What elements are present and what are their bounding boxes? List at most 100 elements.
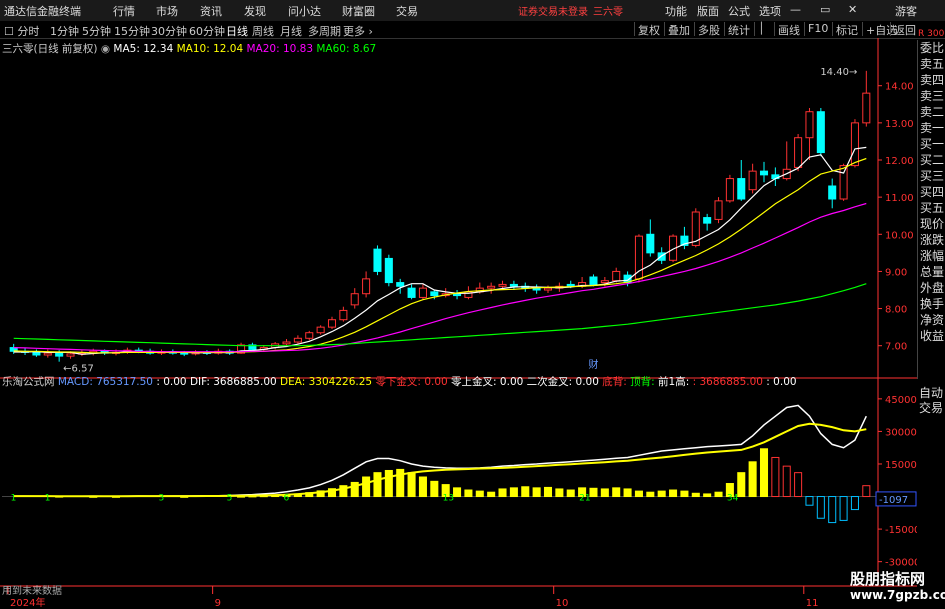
legend-top-div: 顶背: [630, 376, 655, 388]
side-item-6[interactable]: 买一 [918, 136, 945, 152]
period-weekly[interactable]: 周线 [252, 23, 274, 39]
candle-body [612, 270, 621, 282]
legend-dif: DIF: 3686885.00 [189, 376, 277, 388]
tool-crosshair[interactable]: │ [754, 22, 768, 36]
side-trade-1[interactable]: 交易 [917, 401, 945, 416]
menu-ask[interactable]: 问小达 [288, 3, 321, 19]
xtick-label: 10 [556, 598, 569, 609]
candle-body [850, 122, 859, 167]
macd-count-label: 1 [11, 494, 17, 504]
period-5min[interactable]: 5分钟 [82, 23, 111, 39]
macd-bar [623, 488, 632, 498]
tool-overlay[interactable]: 叠加 [664, 22, 693, 37]
corner-label: R 300 [918, 29, 945, 39]
tool-stats[interactable]: 统计 [724, 22, 753, 37]
side-item-8[interactable]: 买三 [918, 168, 945, 184]
restore-button[interactable]: ▭ [820, 3, 830, 16]
period-timeshare[interactable]: ☐ 分时 [4, 23, 39, 39]
menu-discover[interactable]: 发现 [244, 3, 266, 19]
side-item-0[interactable]: 委比 [918, 40, 945, 56]
tool-mark[interactable]: 标记 [832, 22, 861, 37]
side-item-7[interactable]: 买二 [918, 152, 945, 168]
candle-body [543, 287, 553, 291]
macd-bar [862, 485, 871, 498]
macd-count-label: 13 [443, 494, 454, 504]
guest-label[interactable]: 游客 [895, 3, 917, 19]
side-item-15[interactable]: 外盘 [918, 280, 945, 296]
legend-macd: MACD: 765317.50 [57, 376, 153, 388]
side-item-16[interactable]: 换手 [918, 296, 945, 312]
top-menu-bar: 通达信金融终端 行情 市场 资讯 发现 问小达 财富圈 交易 证券交易未登录 三… [0, 0, 945, 22]
side-item-3[interactable]: 卖三 [918, 88, 945, 104]
side-item-11[interactable]: 现价 [918, 216, 945, 232]
menu-trade[interactable]: 交易 [396, 3, 418, 19]
candle-body [362, 278, 371, 295]
chart-title: 三六零(日线 前复权) [2, 43, 98, 55]
menu-layout[interactable]: 版面 [697, 3, 719, 19]
main-ytick-label: 9.00 [885, 267, 907, 278]
minimize-button[interactable]: — [790, 3, 801, 16]
tool-draw[interactable]: 画线 [774, 22, 803, 37]
macd-bar [589, 487, 598, 498]
macd-bar [373, 472, 382, 498]
candle-body [714, 200, 723, 220]
tool-multi-stock[interactable]: 多股 [694, 22, 723, 37]
macd-bar [737, 472, 746, 498]
side-item-2[interactable]: 卖四 [918, 72, 945, 88]
period-60min[interactable]: 60分钟 [189, 23, 225, 39]
legend-v1: : 0.00 [156, 376, 187, 388]
candle-body [759, 170, 769, 176]
xtick-label: 9 [215, 598, 221, 609]
tool-f10[interactable]: F10 [804, 22, 831, 36]
kline-chart[interactable]: 14.40→←6.57 财 1 1 3 5 6 13 21 34 14.0013.0012.00… [0, 38, 917, 609]
menu-quotes[interactable]: 行情 [113, 3, 135, 19]
high-annotation: 14.40→ [820, 67, 857, 78]
side-item-4[interactable]: 卖二 [918, 104, 945, 120]
candle-body [646, 233, 655, 254]
macd-bar [657, 490, 666, 498]
main-ytick-label: 12.00 [885, 156, 914, 167]
legend-dea: DEA: 3304226.25 [280, 376, 373, 388]
close-button[interactable]: ✕ [848, 3, 857, 16]
period-more[interactable]: 更多 › [343, 23, 373, 39]
menu-wealth[interactable]: 财富圈 [342, 3, 375, 19]
ma-line-ma20 [13, 202, 867, 353]
macd-bar [509, 487, 518, 498]
menu-function[interactable]: 功能 [665, 3, 687, 19]
macd-bar [839, 496, 848, 521]
period-daily[interactable]: 日线 [226, 23, 248, 39]
menu-formula[interactable]: 公式 [728, 3, 750, 19]
candle-body [327, 319, 337, 328]
side-item-9[interactable]: 买四 [918, 184, 945, 200]
side-item-5[interactable]: 卖一 [918, 120, 945, 136]
tool-back[interactable]: 返回 [890, 22, 919, 37]
sub-ytick-label: 15000 [885, 460, 917, 471]
main-ytick-label: 11.00 [885, 193, 914, 204]
side-trade-0[interactable]: 自动 [917, 386, 945, 401]
side-item-13[interactable]: 涨幅 [918, 248, 945, 264]
menu-options[interactable]: 选项 [759, 3, 781, 19]
macd-bar [634, 490, 643, 498]
period-1min[interactable]: 1分钟 [50, 23, 79, 39]
login-notice: 证券交易未登录 [518, 7, 588, 18]
side-item-14[interactable]: 总量 [918, 264, 945, 280]
candle-body [180, 352, 189, 355]
period-monthly[interactable]: 月线 [280, 23, 302, 39]
candle-body [805, 111, 814, 139]
macd-bar [714, 491, 723, 498]
side-item-18[interactable]: 收益 [918, 328, 945, 344]
side-item-1[interactable]: 卖五 [918, 56, 945, 72]
period-30min[interactable]: 30分钟 [151, 23, 187, 39]
side-item-17[interactable]: 净资 [918, 312, 945, 328]
event-marker: 财 [588, 358, 598, 371]
menu-news[interactable]: 资讯 [200, 3, 222, 19]
settings-icon[interactable]: ◉ [101, 43, 110, 55]
candle-body [703, 217, 712, 224]
period-15min[interactable]: 15分钟 [114, 23, 150, 39]
menu-market[interactable]: 市场 [156, 3, 178, 19]
period-multi[interactable]: 多周期 [308, 23, 341, 39]
macd-count-label: 1 [45, 494, 51, 504]
side-item-12[interactable]: 涨跌 [918, 232, 945, 248]
tool-adjust[interactable]: 复权 [634, 22, 663, 37]
side-item-10[interactable]: 买五 [918, 200, 945, 216]
